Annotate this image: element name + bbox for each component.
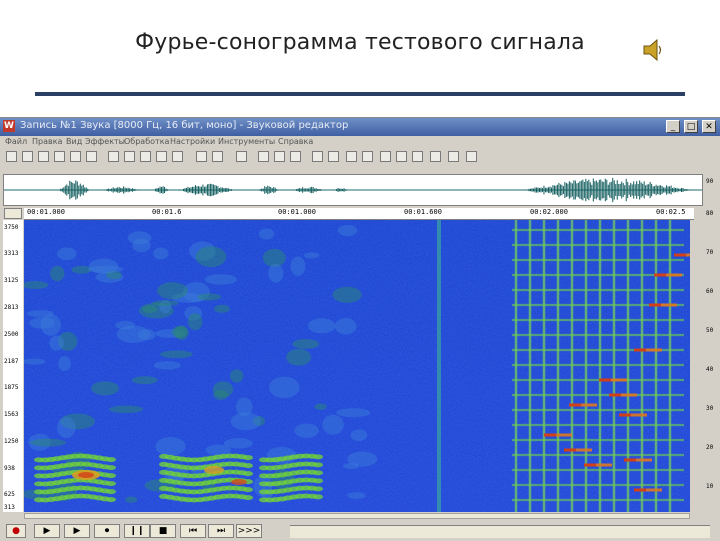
amplify-icon[interactable] (412, 151, 423, 162)
app-icon: W (3, 120, 15, 132)
time-label: 00:01.600 (404, 208, 442, 216)
time-label: 00:01.6 (152, 208, 182, 216)
time-label: 00:01.000 (278, 208, 316, 216)
decibel-axis: 90 80 70 60 50 40 30 20 10 (705, 174, 720, 519)
ruler-corner-button[interactable] (4, 208, 22, 219)
freq-label: 2187 (4, 358, 19, 365)
play-cursor-button[interactable]: ⏺ (94, 524, 120, 538)
new-file-icon[interactable] (6, 151, 17, 162)
menu-bar: Файл Правка Вид Эффекты Обработка Настро… (0, 136, 720, 150)
db-label: 30 (706, 405, 714, 412)
transport-bar: ● ▶ ▶ ⏺ ❙❙ ■ ⏮ ⏭ >>> (0, 522, 720, 541)
freq-label: 3125 (4, 277, 19, 284)
fast-forward-button[interactable]: >>> (236, 524, 262, 538)
menu-effects[interactable]: Эффекты (85, 137, 125, 146)
db-label: 80 (706, 210, 714, 217)
undo-icon[interactable] (196, 151, 207, 162)
zoom-in-icon[interactable] (312, 151, 323, 162)
freq-label: 1875 (4, 384, 19, 391)
menu-process[interactable]: Обработка (124, 137, 169, 146)
zoom-tool-icon[interactable] (290, 151, 301, 162)
zoom-out-icon[interactable] (328, 151, 339, 162)
audio-editor-window: W Запись №1 Звука [8000 Гц, 16 бит, моно… (0, 117, 720, 541)
play-button[interactable]: ▶ (34, 524, 60, 538)
window-title: Запись №1 Звука [8000 Гц, 16 бит, моно] … (20, 120, 349, 131)
time-label: 00:01.000 (27, 208, 65, 216)
zoom-full-icon[interactable] (346, 151, 357, 162)
cut-icon[interactable] (108, 151, 119, 162)
frequency-axis: 3750 3313 3125 2813 2500 2187 1875 1563 … (3, 220, 23, 512)
status-field (290, 525, 710, 538)
menu-tools[interactable]: Инструменты (218, 137, 275, 146)
record-button[interactable]: ● (6, 524, 26, 538)
menu-settings[interactable]: Настройки (170, 137, 215, 146)
waveform-overview[interactable] (3, 174, 703, 206)
paste-icon[interactable] (140, 151, 151, 162)
db-label: 60 (706, 288, 714, 295)
freq-label: 1250 (4, 438, 19, 445)
save-all-icon[interactable] (54, 151, 65, 162)
copy-icon[interactable] (124, 151, 135, 162)
maximize-button[interactable]: □ (684, 120, 698, 133)
freq-label: 2500 (4, 331, 19, 338)
trim-icon[interactable] (236, 151, 247, 162)
open-file-icon[interactable] (22, 151, 33, 162)
db-label: 70 (706, 249, 714, 256)
speaker-icon[interactable] (642, 38, 664, 62)
menu-file[interactable]: Файл (5, 137, 27, 146)
pencil-icon[interactable] (274, 151, 285, 162)
print-icon[interactable] (70, 151, 81, 162)
settings-icon[interactable] (466, 151, 477, 162)
db-label: 20 (706, 444, 714, 451)
stop-button[interactable]: ■ (150, 524, 176, 538)
pause-button[interactable]: ❙❙ (124, 524, 150, 538)
play-selection-icon[interactable] (430, 151, 441, 162)
freq-label: 3313 (4, 250, 19, 257)
redo-icon[interactable] (212, 151, 223, 162)
db-label: 40 (706, 366, 714, 373)
play-loop-button[interactable]: ▶ (64, 524, 90, 538)
horizontal-scrollbar[interactable] (24, 513, 690, 519)
spectrogram-view[interactable] (24, 220, 690, 512)
spectrum-icon[interactable] (448, 151, 459, 162)
toolbar (0, 150, 720, 165)
menu-view[interactable]: Вид (66, 137, 82, 146)
db-label: 90 (706, 178, 714, 185)
minimize-button[interactable]: _ (666, 120, 680, 133)
title-divider (35, 92, 685, 96)
delete-icon[interactable] (172, 151, 183, 162)
freq-label: 625 (4, 491, 15, 498)
paste-mix-icon[interactable] (156, 151, 167, 162)
time-label: 00:02.000 (530, 208, 568, 216)
filter-icon[interactable] (396, 151, 407, 162)
zoom-selection-icon[interactable] (362, 151, 373, 162)
save-icon[interactable] (38, 151, 49, 162)
freq-label: 3750 (4, 224, 19, 231)
time-ruler[interactable]: 00:01.000 00:01.6 00:01.000 00:01.600 00… (24, 208, 694, 220)
db-label: 10 (706, 483, 714, 490)
freq-label: 938 (4, 465, 15, 472)
freq-label: 2813 (4, 304, 19, 311)
forward-button[interactable]: ⏭ (208, 524, 234, 538)
time-label: 00:02.5 (656, 208, 686, 216)
db-label: 50 (706, 327, 714, 334)
freq-label: 313 (4, 504, 15, 511)
freq-label: 1563 (4, 411, 19, 418)
close-button[interactable]: ✕ (702, 120, 716, 133)
menu-help[interactable]: Справка (278, 137, 313, 146)
rewind-button[interactable]: ⏮ (180, 524, 206, 538)
menu-edit[interactable]: Правка (32, 137, 62, 146)
properties-icon[interactable] (86, 151, 97, 162)
window-titlebar[interactable]: W Запись №1 Звука [8000 Гц, 16 бит, моно… (0, 118, 720, 136)
marker-icon[interactable] (258, 151, 269, 162)
slide-title: Фурье-сонограмма тестового сигнала (135, 30, 585, 55)
effects-icon[interactable] (380, 151, 391, 162)
